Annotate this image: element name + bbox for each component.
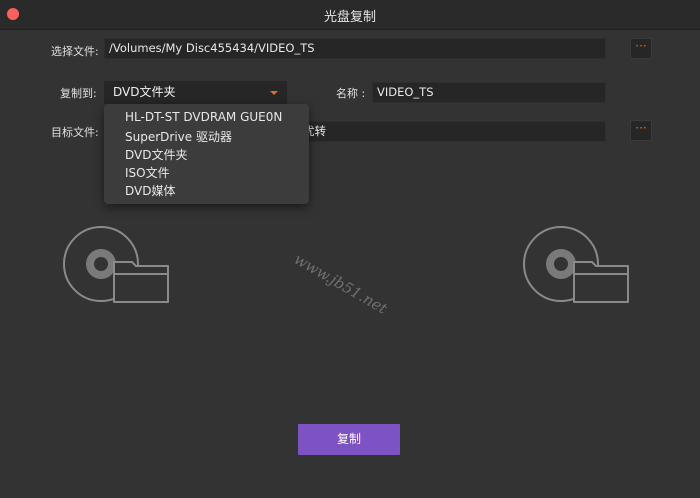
window-title: 光盘复制 [323, 10, 376, 25]
copy-to-selected: DVD文件夹 [113, 85, 176, 99]
dropdown-option[interactable]: ISO文件 [125, 164, 170, 181]
source-label: 选择文件: [51, 45, 99, 58]
name-label: 名称 : [336, 87, 366, 100]
dropdown-option[interactable]: HL-DT-ST DVDRAM GUE0N [125, 110, 282, 124]
name-field[interactable]: VIDEO_TS [372, 82, 606, 103]
title-bar: 光盘复制 [0, 0, 700, 30]
watermark: www.jb51.net [291, 250, 391, 318]
source-disc-folder-icon [63, 226, 169, 303]
dropdown-option[interactable]: DVD文件夹 [125, 146, 187, 163]
copy-to-label: 复制到: [60, 87, 97, 100]
chevron-down-icon [270, 91, 278, 95]
copy-to-dropdown-menu: HL-DT-ST DVDRAM GUE0N SuperDrive 驱动器 DVD… [104, 104, 309, 204]
copy-button[interactable]: 复制 [298, 424, 400, 455]
target-browse-button[interactable]: ··· [630, 120, 652, 141]
source-path-field[interactable]: /Volumes/My Disc455434/VIDEO_TS [104, 38, 606, 59]
dropdown-option[interactable]: SuperDrive 驱动器 [125, 128, 232, 145]
copy-to-select[interactable]: DVD文件夹 [104, 81, 287, 104]
target-label: 目标文件: [51, 126, 99, 139]
copy-disc-window: 光盘复制 选择文件: /Volumes/My Disc455434/VIDEO_… [0, 0, 700, 498]
target-disc-folder-icon [523, 226, 629, 303]
dropdown-option[interactable]: DVD媒体 [125, 182, 175, 199]
source-browse-button[interactable]: ··· [630, 38, 652, 59]
